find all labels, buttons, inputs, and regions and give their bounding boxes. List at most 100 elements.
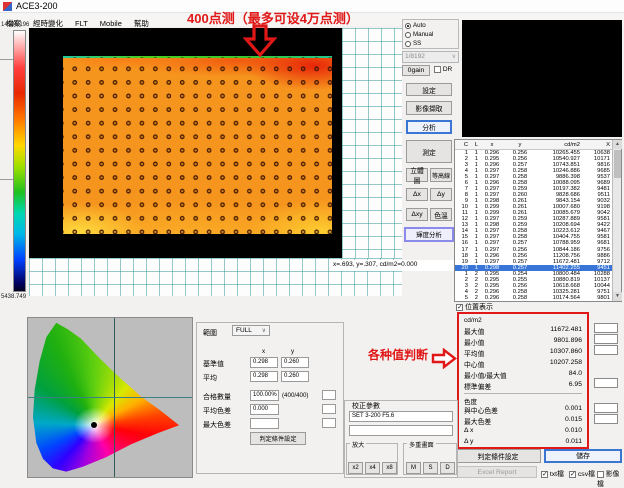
range-judge-button[interactable]: 判定條件設定 xyxy=(250,432,306,445)
zoom-button-x2[interactable]: x2 xyxy=(348,462,363,474)
limit-input-avg[interactable] xyxy=(594,345,618,355)
delta-x-button[interactable]: Δx xyxy=(406,188,428,201)
radio-manual-icon[interactable] xyxy=(405,32,411,38)
cie-crosshair-vertical xyxy=(114,318,115,478)
stat-value: 84.0 xyxy=(569,370,582,381)
stat-label: 中心值 xyxy=(464,359,484,370)
csv-checkbox-icon[interactable] xyxy=(569,471,576,478)
measurement-table[interactable]: CLxycd/m2X 110.2960.25610265.45510638210… xyxy=(454,139,622,302)
excel-report-button[interactable]: Excel Report xyxy=(457,466,537,478)
max-diff-field[interactable] xyxy=(250,418,279,429)
window-title: ACE3-200 xyxy=(16,1,58,11)
scrollbar-thumb[interactable] xyxy=(614,150,621,178)
limit-input-max-diff[interactable] xyxy=(594,414,618,424)
zoom-group-label: 放大 xyxy=(350,440,366,449)
stat-value: 10207.258 xyxy=(550,359,582,370)
measurement-table-body[interactable]: 110.2960.25610265.45510638210.2950.25610… xyxy=(455,150,621,301)
analyze-button[interactable]: 分析 xyxy=(406,120,452,134)
zoom-button-x4[interactable]: x4 xyxy=(365,462,380,474)
txt-file-checkbox[interactable]: txt檔 xyxy=(541,468,564,478)
menu-item[interactable]: Mobile xyxy=(94,18,128,28)
avg-diff-limit-box[interactable] xyxy=(322,404,336,414)
zero-gain-button[interactable]: 0gain xyxy=(402,65,430,76)
save-button[interactable]: 儲存 xyxy=(544,449,622,463)
image-capture-button[interactable]: 影像擷取 xyxy=(406,101,452,115)
cie-crosshair-horizontal xyxy=(28,397,193,398)
average-y-field[interactable]: 0.260 xyxy=(281,371,309,382)
color-temp-button[interactable]: 色溫 xyxy=(430,208,452,221)
delta-xy-button[interactable]: Δxy xyxy=(406,208,428,221)
pass-limit-box[interactable] xyxy=(322,390,336,400)
image-checkbox-icon[interactable] xyxy=(597,471,604,478)
reference-x-field[interactable]: 0.298 xyxy=(250,357,278,368)
position-checkbox-label: 位置表示 xyxy=(465,304,493,311)
stat-label: Δ x xyxy=(464,427,473,438)
radio-auto[interactable]: Auto xyxy=(405,21,456,30)
stat-value: 0.015 xyxy=(565,416,582,427)
contour-button[interactable]: 等高線 xyxy=(430,168,452,182)
avg-diff-field[interactable]: 0.000 xyxy=(250,404,279,415)
limit-input-center-diff[interactable] xyxy=(594,403,618,413)
radio-manual[interactable]: Manual xyxy=(405,30,456,39)
pass-count-label: 合格數量 xyxy=(203,392,231,402)
max-diff-limit-box[interactable] xyxy=(322,418,336,428)
table-cell: 0.258 xyxy=(506,295,534,301)
csv-file-checkbox[interactable]: csv檔 xyxy=(569,468,595,478)
stereo-view-button[interactable]: 立體圖 xyxy=(406,168,428,182)
range-label: 範圍 xyxy=(203,328,217,338)
cie-chromaticity-diagram[interactable] xyxy=(27,317,193,478)
pass-count-field: 100.00% xyxy=(250,390,279,401)
colorbar-min-label: 5438.749 xyxy=(1,294,26,300)
cie-white-point-marker xyxy=(91,422,97,428)
stat-row: Δ x0.010 xyxy=(464,427,582,438)
multi-button-s[interactable]: S xyxy=(423,462,438,474)
scroll-up-icon[interactable]: ▲ xyxy=(613,140,622,149)
cie-gamut xyxy=(28,318,193,478)
calibration-value2-field[interactable] xyxy=(349,425,453,436)
shutter-select[interactable]: 1/8192 xyxy=(402,51,459,63)
table-row[interactable]: 520.2960.25810174.5649801 xyxy=(455,295,621,301)
txt-checkbox-icon[interactable] xyxy=(541,471,548,478)
table-scrollbar[interactable]: ▲ ▼ xyxy=(612,140,621,301)
stat-row: 標準偏差 6.95 xyxy=(464,381,582,392)
radio-ss[interactable]: SS xyxy=(405,39,456,48)
stat-label: 最大色差 xyxy=(464,416,491,427)
stat-label: 標準偏差 xyxy=(464,381,491,392)
luminance-colorbar xyxy=(13,30,26,292)
range-select[interactable]: FULL xyxy=(232,325,270,336)
stat-label: 平均值 xyxy=(464,348,484,359)
calibration-value-field[interactable]: SET 3-200 F5.6 xyxy=(349,411,453,422)
image-file-checkbox[interactable]: 影像檔 xyxy=(597,468,624,488)
dr-checkbox-icon[interactable] xyxy=(434,66,441,73)
reference-y-field[interactable]: 0.260 xyxy=(281,357,309,368)
measurement-points-grid xyxy=(63,57,332,234)
lum-rows: 最大值11672.481最小值9801.896平均值10307.860中心值10… xyxy=(464,326,582,392)
delta-y-button[interactable]: Δy xyxy=(430,188,452,201)
radio-ss-icon[interactable] xyxy=(405,41,411,47)
radio-auto-icon[interactable] xyxy=(405,23,411,29)
table-cell: 0.296 xyxy=(478,295,506,301)
position-display-checkbox[interactable]: 位置表示 xyxy=(456,302,493,312)
position-checkbox-icon[interactable] xyxy=(456,304,463,311)
limit-input-min[interactable] xyxy=(594,334,618,344)
judge-condition-button[interactable]: 判定條件設定 xyxy=(455,449,541,463)
camera-preview[interactable] xyxy=(462,20,622,137)
table-header-cell: y xyxy=(506,142,534,148)
table-cell: 2 xyxy=(468,295,478,301)
colorbar-max-label: 14586.196 xyxy=(1,22,29,28)
multi-button-m[interactable]: M xyxy=(406,462,421,474)
down-arrow-icon xyxy=(243,24,277,58)
limit-input-max[interactable] xyxy=(594,323,618,333)
zoom-button-x8[interactable]: x8 xyxy=(382,462,397,474)
radio-auto-label: Auto xyxy=(413,22,426,29)
dr-checkbox[interactable]: DR xyxy=(434,66,452,73)
multi-button-d[interactable]: D xyxy=(440,462,455,474)
luminance-analysis-button[interactable]: 輝度分析 xyxy=(404,227,454,242)
average-x-field[interactable]: 0.298 xyxy=(250,371,278,382)
stat-value: 6.95 xyxy=(569,381,582,392)
menu-item[interactable]: FLT xyxy=(69,18,94,28)
settings-button[interactable]: 設定 xyxy=(406,83,452,96)
limit-input-stddev[interactable] xyxy=(594,378,618,388)
measure-button[interactable]: 測定 xyxy=(406,140,452,163)
scroll-down-icon[interactable]: ▼ xyxy=(613,292,622,301)
